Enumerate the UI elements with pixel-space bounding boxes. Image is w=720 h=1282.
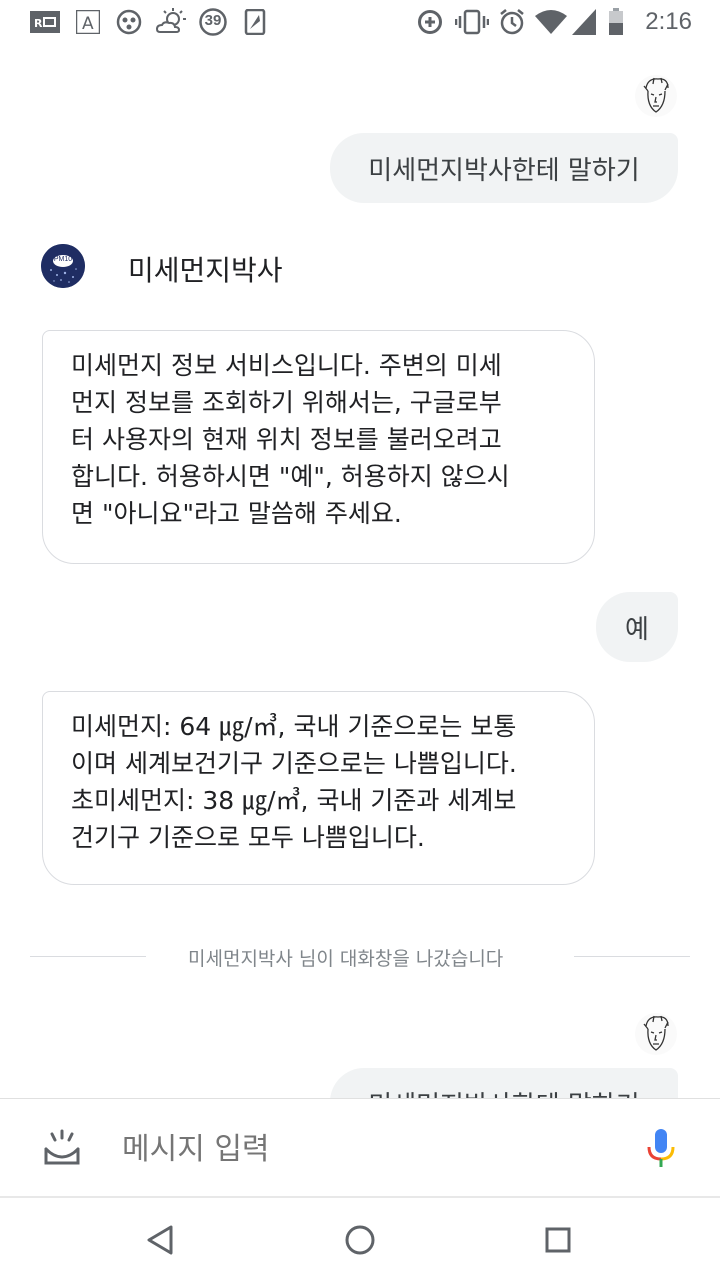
user-message-bubble: 미세먼지박사한테 말하기 — [330, 133, 678, 203]
bot-message-line: 먼지 정보를 조회하기 위해서는, 구글로부 — [71, 388, 502, 417]
badge-number: 39 — [204, 12, 222, 29]
badge-39-icon: 39 — [198, 8, 228, 36]
bot-message-line: 합니다. 허용하시면 "예", 허용하지 않으시 — [71, 462, 510, 491]
conversation-area[interactable]: 미세먼지박사한테 말하기 PM10 미세먼지박사 미세먼지 정보 서비스입니다.… — [0, 46, 720, 1098]
bot-message-line: 초미세먼지: 38 ㎍/㎥, 국내 기준과 세계보 — [71, 786, 517, 815]
bot-message-line: 미세먼지: 64 ㎍/㎥, 국내 기준으로는 보통 — [71, 712, 517, 741]
bot-message-bubble: 미세먼지: 64 ㎍/㎥, 국내 기준으로는 보통 이며 세계보건기구 기준으로… — [42, 691, 595, 885]
clock: 2:16 — [645, 8, 692, 35]
recents-icon[interactable] — [538, 1220, 578, 1260]
back-icon[interactable] — [140, 1220, 180, 1260]
battery-icon — [608, 8, 624, 35]
user-message-text: 미세먼지박사한테 말하기 — [368, 155, 640, 186]
message-input[interactable] — [120, 1121, 624, 1177]
bot-message-line: 면 "아니요"라고 말씀해 주세요. — [71, 499, 402, 528]
bot-left-notice: 미세먼지박사 님이 대화창을 나갔습니다 — [188, 948, 504, 970]
wifi-icon — [535, 9, 567, 35]
home-icon[interactable] — [340, 1220, 380, 1260]
bot-message-bubble: 미세먼지 정보 서비스입니다. 주변의 미세 먼지 정보를 조회하기 위해서는,… — [42, 330, 595, 564]
divider-left — [30, 956, 146, 957]
bot-avatar-label: PM10 — [53, 256, 73, 263]
alarm-icon — [498, 9, 526, 35]
svg-text:A: A — [82, 14, 94, 34]
bot-name: 미세먼지박사 — [128, 254, 283, 287]
cell-signal-icon — [572, 9, 596, 35]
microphone-icon[interactable] — [644, 1127, 678, 1171]
vibrate-icon — [455, 9, 489, 35]
data-saver-icon — [416, 9, 444, 35]
user-message-text: 미세먼지박사한테 말하기 — [368, 1085, 639, 1099]
dots-circle-icon — [116, 9, 142, 35]
user-avatar — [634, 1012, 678, 1056]
user-message-bubble: 미세먼지박사한테 말하기 — [330, 1068, 678, 1098]
bot-message-line: 터 사용자의 현재 위치 정보를 불러오려고 — [71, 425, 502, 454]
system-navigation-bar — [0, 1196, 720, 1282]
status-bar: R A 39 2:16 — [0, 0, 720, 46]
bot-message-line: 건기구 기준으로 모두 나쁨입니다. — [71, 823, 425, 852]
message-input-bar — [0, 1098, 720, 1197]
divider-right — [574, 956, 690, 957]
bot-message-line: 미세먼지 정보 서비스입니다. 주변의 미세 — [71, 351, 502, 380]
rd-icon: R — [30, 9, 60, 35]
svg-text:R: R — [34, 17, 43, 30]
weather-icon — [156, 8, 188, 35]
user-message-bubble: 예 — [596, 592, 678, 662]
tablet-icon — [244, 9, 266, 35]
bot-message-line: 이며 세계보건기구 기준으로는 나쁨입니다. — [71, 749, 517, 778]
keyboard-tray-icon[interactable] — [42, 1129, 82, 1169]
a-icon: A — [76, 9, 100, 35]
user-avatar — [634, 74, 678, 118]
bot-avatar: PM10 — [41, 244, 85, 288]
user-message-text: 예 — [625, 614, 649, 645]
